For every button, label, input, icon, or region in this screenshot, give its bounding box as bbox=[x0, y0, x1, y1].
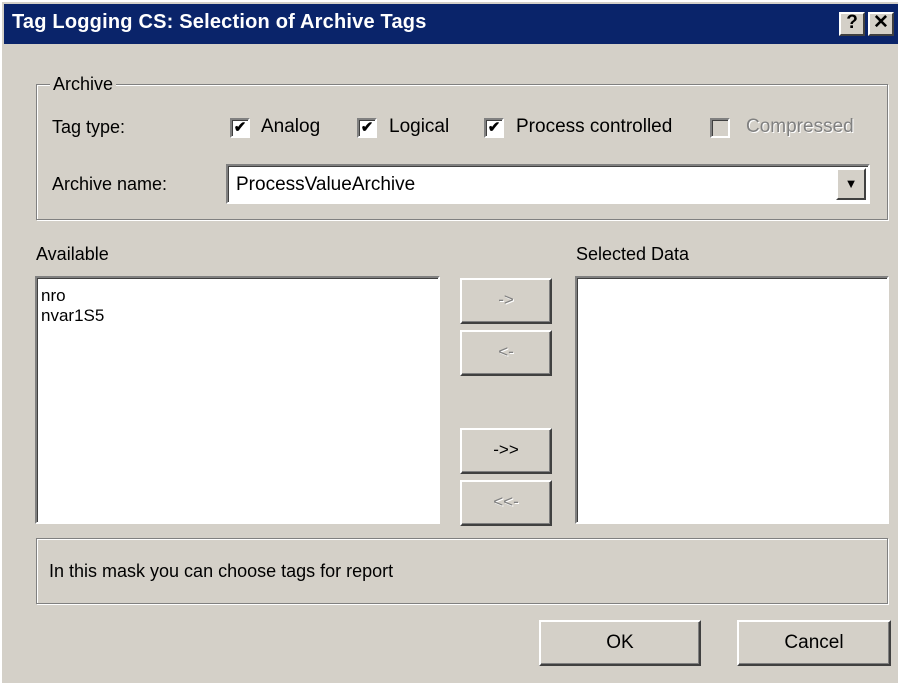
archive-group-legend: Archive bbox=[50, 74, 117, 95]
list-item[interactable]: nro bbox=[37, 286, 438, 306]
close-button[interactable]: ✕ bbox=[868, 12, 894, 36]
tag-type-label: Tag type: bbox=[52, 117, 126, 137]
window-title: Tag Logging CS: Selection of Archive Tag… bbox=[12, 11, 427, 33]
available-label: Available bbox=[36, 244, 109, 264]
process-controlled-checkbox[interactable]: ✔ bbox=[484, 118, 504, 138]
help-button[interactable]: ? bbox=[839, 12, 865, 36]
logical-checkbox[interactable]: ✔ bbox=[357, 118, 377, 138]
selected-data-listbox[interactable] bbox=[575, 276, 889, 524]
add-all-button[interactable]: ->> bbox=[460, 428, 552, 474]
archive-name-value: ProcessValueArchive bbox=[236, 174, 416, 195]
archive-dropdown-button[interactable]: ▼ bbox=[836, 168, 866, 200]
analog-checkbox-label: Analog bbox=[261, 116, 321, 137]
ok-button[interactable]: OK bbox=[539, 620, 701, 666]
title-bar[interactable]: Tag Logging CS: Selection of Archive Tag… bbox=[4, 4, 898, 44]
chevron-down-icon: ▼ bbox=[844, 176, 858, 191]
archive-name-label: Archive name: bbox=[52, 174, 168, 194]
remove-button[interactable]: <- bbox=[460, 330, 552, 376]
remove-all-button[interactable]: <<- bbox=[460, 480, 552, 526]
cancel-button[interactable]: Cancel bbox=[737, 620, 891, 666]
analog-checkbox[interactable]: ✔ bbox=[230, 118, 250, 138]
selected-data-label: Selected Data bbox=[576, 244, 690, 264]
info-text: In this mask you can choose tags for rep… bbox=[49, 561, 394, 581]
compressed-checkbox-label: Compressed bbox=[746, 116, 854, 137]
info-bar: In this mask you can choose tags for rep… bbox=[36, 538, 888, 604]
list-item[interactable]: nvar1S5 bbox=[37, 306, 438, 326]
add-button[interactable]: -> bbox=[460, 278, 552, 324]
tag-selection-dialog: Tag Logging CS: Selection of Archive Tag… bbox=[0, 0, 898, 683]
archive-name-combobox[interactable]: ProcessValueArchive ▼ bbox=[226, 164, 870, 204]
available-listbox[interactable]: nro nvar1S5 bbox=[35, 276, 440, 524]
process-controlled-checkbox-label: Process controlled bbox=[516, 116, 673, 137]
compressed-checkbox bbox=[710, 118, 730, 138]
logical-checkbox-label: Logical bbox=[389, 116, 450, 137]
